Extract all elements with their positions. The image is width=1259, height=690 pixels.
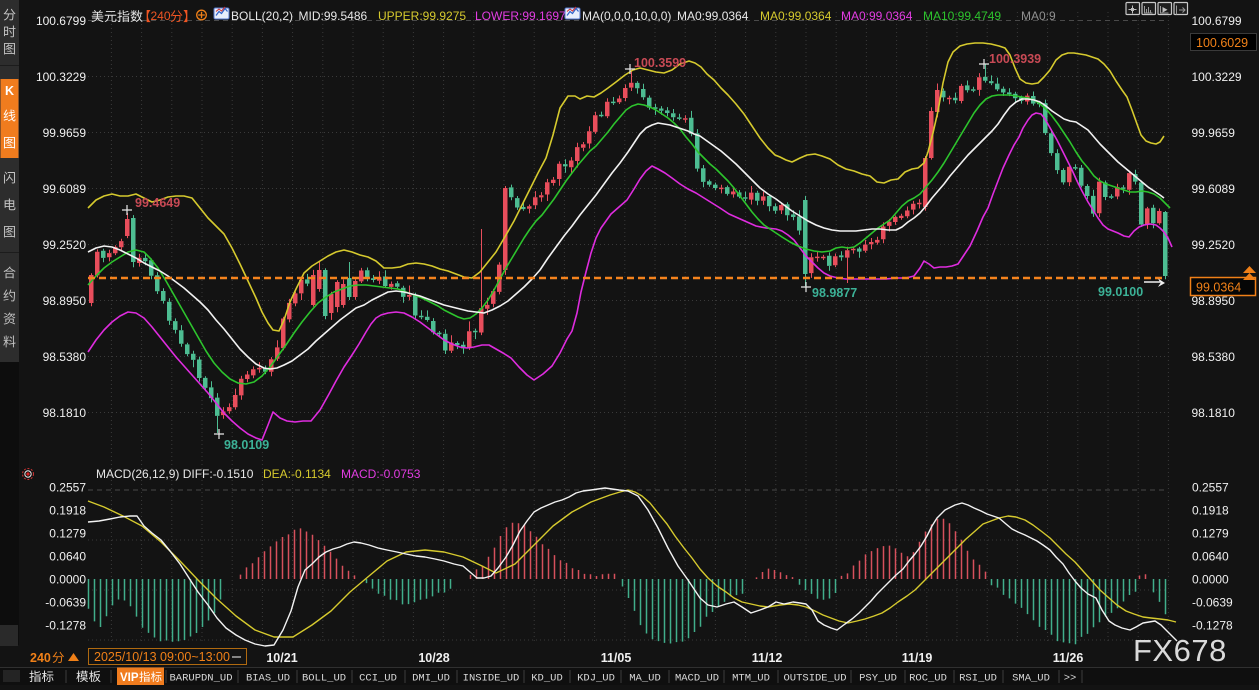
svg-text:0.1279: 0.1279 bbox=[1192, 527, 1229, 541]
svg-text:100.3599: 100.3599 bbox=[634, 56, 686, 70]
svg-text:-0.0639: -0.0639 bbox=[1192, 596, 1233, 610]
svg-text:99.0364: 99.0364 bbox=[1196, 281, 1241, 295]
svg-text:99.0100: 99.0100 bbox=[1098, 285, 1143, 299]
svg-text:99.6089: 99.6089 bbox=[1192, 182, 1236, 196]
svg-text:0.0640: 0.0640 bbox=[49, 550, 86, 564]
svg-text:DMI_UD: DMI_UD bbox=[412, 673, 450, 685]
svg-text:11/26: 11/26 bbox=[1053, 651, 1084, 665]
svg-text:CCI_UD: CCI_UD bbox=[359, 673, 397, 685]
svg-text:99.4649: 99.4649 bbox=[135, 196, 180, 210]
svg-text:99.2520: 99.2520 bbox=[43, 238, 87, 252]
svg-text:10/28: 10/28 bbox=[418, 651, 449, 665]
svg-text:MA0:99.0364: MA0:99.0364 bbox=[677, 9, 749, 23]
svg-text:MID:99.5486: MID:99.5486 bbox=[299, 9, 368, 23]
svg-text:SMA_UD: SMA_UD bbox=[1012, 673, 1050, 685]
svg-text:240: 240 bbox=[30, 651, 51, 665]
svg-text:11/12: 11/12 bbox=[752, 651, 783, 665]
svg-text:99.9659: 99.9659 bbox=[43, 126, 87, 140]
svg-text:BARUPDN_UD: BARUPDN_UD bbox=[169, 673, 232, 685]
svg-text:0.0000: 0.0000 bbox=[49, 573, 86, 587]
svg-text:ROC_UD: ROC_UD bbox=[909, 673, 947, 685]
svg-text:98.9877: 98.9877 bbox=[812, 286, 857, 300]
svg-text:VIP: VIP bbox=[120, 672, 139, 684]
svg-text:11/19: 11/19 bbox=[902, 651, 933, 665]
svg-text:-0.1278: -0.1278 bbox=[1192, 619, 1233, 633]
svg-text:0.1918: 0.1918 bbox=[1192, 504, 1229, 518]
svg-text:0.2557: 0.2557 bbox=[1192, 481, 1229, 495]
svg-text:-0.1278: -0.1278 bbox=[45, 619, 86, 633]
svg-text:10/21: 10/21 bbox=[266, 651, 297, 665]
svg-text:MA_UD: MA_UD bbox=[629, 673, 661, 685]
svg-text:98.0109: 98.0109 bbox=[224, 438, 269, 452]
svg-text:100.6799: 100.6799 bbox=[1192, 14, 1242, 28]
svg-text:UPPER:99.9275: UPPER:99.9275 bbox=[378, 9, 466, 23]
svg-text:100.6799: 100.6799 bbox=[36, 14, 86, 28]
svg-text:MACD:-0.0753: MACD:-0.0753 bbox=[341, 467, 421, 481]
svg-text:MA10:99.4749: MA10:99.4749 bbox=[923, 9, 1001, 23]
svg-text:98.8950: 98.8950 bbox=[43, 294, 87, 308]
svg-text:MACD_UD: MACD_UD bbox=[675, 673, 719, 685]
svg-text:MA0:99.0364: MA0:99.0364 bbox=[760, 9, 832, 23]
svg-text:0.2557: 0.2557 bbox=[49, 481, 86, 495]
svg-text:OUTSIDE_UD: OUTSIDE_UD bbox=[783, 673, 846, 685]
svg-text:KD_UD: KD_UD bbox=[531, 673, 563, 685]
svg-text:98.1810: 98.1810 bbox=[1192, 406, 1236, 420]
svg-text:100.3229: 100.3229 bbox=[1192, 70, 1242, 84]
svg-text:BOLL(20,2): BOLL(20,2) bbox=[231, 9, 293, 23]
svg-text:MA0:9: MA0:9 bbox=[1021, 9, 1056, 23]
svg-text:11/05: 11/05 bbox=[601, 651, 632, 665]
svg-text:100.3229: 100.3229 bbox=[36, 70, 86, 84]
svg-text:99.2520: 99.2520 bbox=[1192, 238, 1236, 252]
svg-text:LOWER:99.1697: LOWER:99.1697 bbox=[475, 9, 566, 23]
svg-text:MA(0,0,0,10,0,0): MA(0,0,0,10,0,0) bbox=[582, 9, 671, 23]
svg-text:DEA:-0.1134: DEA:-0.1134 bbox=[263, 467, 331, 481]
svg-text:240: 240 bbox=[151, 9, 171, 23]
svg-text:KDJ_UD: KDJ_UD bbox=[577, 673, 615, 685]
svg-text:99.9659: 99.9659 bbox=[1192, 126, 1236, 140]
svg-text:2025/10/13 09:00~13:00: 2025/10/13 09:00~13:00 bbox=[94, 650, 230, 664]
svg-text:0.0640: 0.0640 bbox=[1192, 550, 1229, 564]
svg-text:BOLL_UD: BOLL_UD bbox=[302, 673, 346, 685]
svg-text:100.6029: 100.6029 bbox=[1196, 36, 1248, 50]
svg-text:MA0:99.0364: MA0:99.0364 bbox=[841, 9, 913, 23]
svg-text:0.0000: 0.0000 bbox=[1192, 573, 1229, 587]
svg-text:MACD(26,12,9) DIFF:-0.1510: MACD(26,12,9) DIFF:-0.1510 bbox=[96, 467, 254, 481]
svg-text:MTM_UD: MTM_UD bbox=[732, 673, 770, 685]
svg-text:RSI_UD: RSI_UD bbox=[959, 673, 997, 685]
svg-text:K: K bbox=[5, 84, 14, 98]
svg-text:98.5380: 98.5380 bbox=[43, 350, 87, 364]
svg-text:98.1810: 98.1810 bbox=[43, 406, 87, 420]
svg-text:FX678: FX678 bbox=[1133, 633, 1227, 668]
svg-text:0.1918: 0.1918 bbox=[49, 504, 86, 518]
svg-text:100.3939: 100.3939 bbox=[989, 52, 1041, 66]
svg-text:PSY_UD: PSY_UD bbox=[859, 673, 897, 685]
svg-text:BIAS_UD: BIAS_UD bbox=[246, 673, 290, 685]
svg-text:-0.0639: -0.0639 bbox=[45, 596, 86, 610]
svg-text:INSIDE_UD: INSIDE_UD bbox=[463, 673, 520, 685]
svg-text:>>: >> bbox=[1064, 673, 1077, 685]
svg-text:98.5380: 98.5380 bbox=[1192, 350, 1236, 364]
svg-text:99.6089: 99.6089 bbox=[43, 182, 87, 196]
svg-text:0.1279: 0.1279 bbox=[49, 527, 86, 541]
